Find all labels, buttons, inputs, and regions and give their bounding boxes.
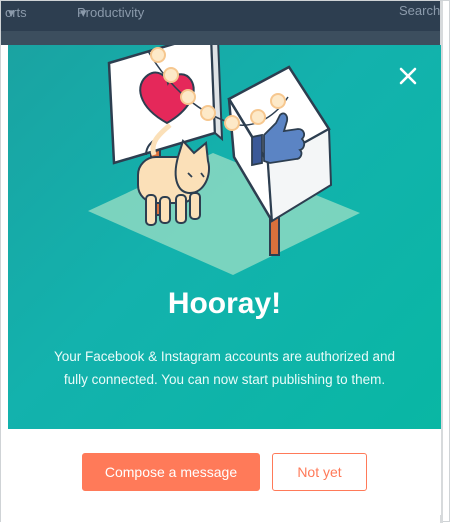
light-bulb-icon bbox=[163, 67, 179, 83]
chevron-down-icon: ▾ bbox=[80, 5, 87, 20]
top-navigation: orts ▾ Productivity ▾ Search bbox=[1, 1, 443, 31]
light-bulb-icon bbox=[200, 105, 216, 121]
modal-body-text: Your Facebook & Instagram accounts are a… bbox=[54, 349, 395, 387]
light-bulb-icon bbox=[180, 89, 196, 105]
nav-search[interactable]: Search bbox=[399, 3, 440, 18]
light-bulb-icon bbox=[250, 109, 266, 125]
celebration-illustration bbox=[88, 45, 360, 275]
close-icon[interactable] bbox=[393, 61, 423, 91]
light-bulb-icon bbox=[224, 115, 240, 131]
light-bulb-icon bbox=[150, 47, 166, 63]
success-modal: Hooray! Your Facebook & Instagram accoun… bbox=[8, 45, 441, 515]
chevron-down-icon: ▾ bbox=[8, 5, 15, 20]
page-backdrop-strip bbox=[1, 31, 443, 45]
app-window: orts ▾ Productivity ▾ Search Hooray! You… bbox=[0, 0, 450, 523]
light-bulb-icon bbox=[270, 93, 286, 109]
not-yet-button[interactable]: Not yet bbox=[272, 453, 367, 491]
modal-footer: Compose a message Not yet bbox=[8, 429, 441, 515]
modal-hero: Hooray! Your Facebook & Instagram accoun… bbox=[8, 45, 441, 429]
compose-message-button[interactable]: Compose a message bbox=[82, 453, 260, 491]
modal-title: Hooray! bbox=[167, 287, 282, 320]
